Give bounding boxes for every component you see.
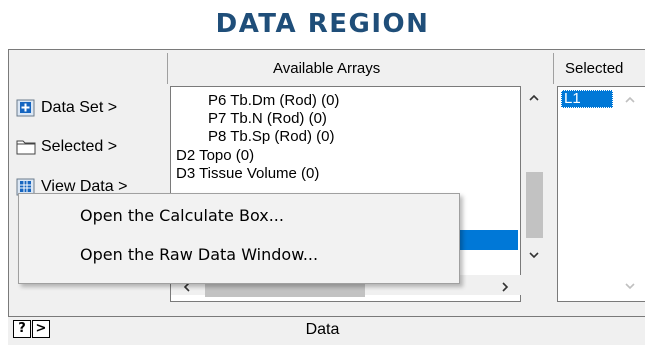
region-title: DATA REGION bbox=[215, 9, 430, 39]
scroll-right-arrow-icon[interactable] bbox=[498, 279, 512, 295]
list-item[interactable]: D3 Tissue Volume (0) bbox=[176, 165, 319, 182]
selected-header: Selected bbox=[565, 60, 624, 77]
selected-scroll-down-icon[interactable] bbox=[623, 278, 637, 294]
plus-icon bbox=[16, 99, 36, 117]
highlighted-item[interactable] bbox=[450, 230, 518, 250]
list-item[interactable]: D2 Topo (0) bbox=[176, 147, 254, 164]
header-divider bbox=[167, 53, 168, 84]
data-set-label: Data Set > bbox=[41, 99, 118, 116]
open-raw-data-window-menu-item[interactable]: Open the Raw Data Window... bbox=[80, 241, 318, 269]
data-set-button[interactable]: Data Set > bbox=[16, 96, 117, 120]
list-item[interactable]: P6 Tb.Dm (Rod) (0) bbox=[208, 92, 339, 109]
vertical-scroll-thumb[interactable] bbox=[526, 172, 543, 238]
scroll-down-arrow-icon[interactable] bbox=[527, 247, 541, 263]
horizontal-scroll-thumb[interactable] bbox=[205, 283, 365, 297]
selected-list-item[interactable]: L1 bbox=[561, 90, 613, 108]
selected-scroll-up-icon[interactable] bbox=[623, 92, 637, 108]
available-arrays-header: Available Arrays bbox=[273, 60, 381, 77]
list-item[interactable]: P7 Tb.N (Rod) (0) bbox=[208, 110, 327, 127]
list-item[interactable]: P8 Tb.Sp (Rod) (0) bbox=[208, 128, 334, 145]
scroll-up-arrow-icon[interactable] bbox=[527, 90, 541, 106]
folder-icon bbox=[16, 138, 36, 156]
open-calculate-box-menu-item[interactable]: Open the Calculate Box... bbox=[80, 202, 284, 230]
selected-label: Selected > bbox=[41, 138, 118, 155]
footer-label: Data bbox=[305, 321, 340, 338]
selected-button[interactable]: Selected > bbox=[16, 135, 117, 159]
header-divider bbox=[553, 53, 554, 84]
selected-list[interactable] bbox=[557, 86, 645, 302]
